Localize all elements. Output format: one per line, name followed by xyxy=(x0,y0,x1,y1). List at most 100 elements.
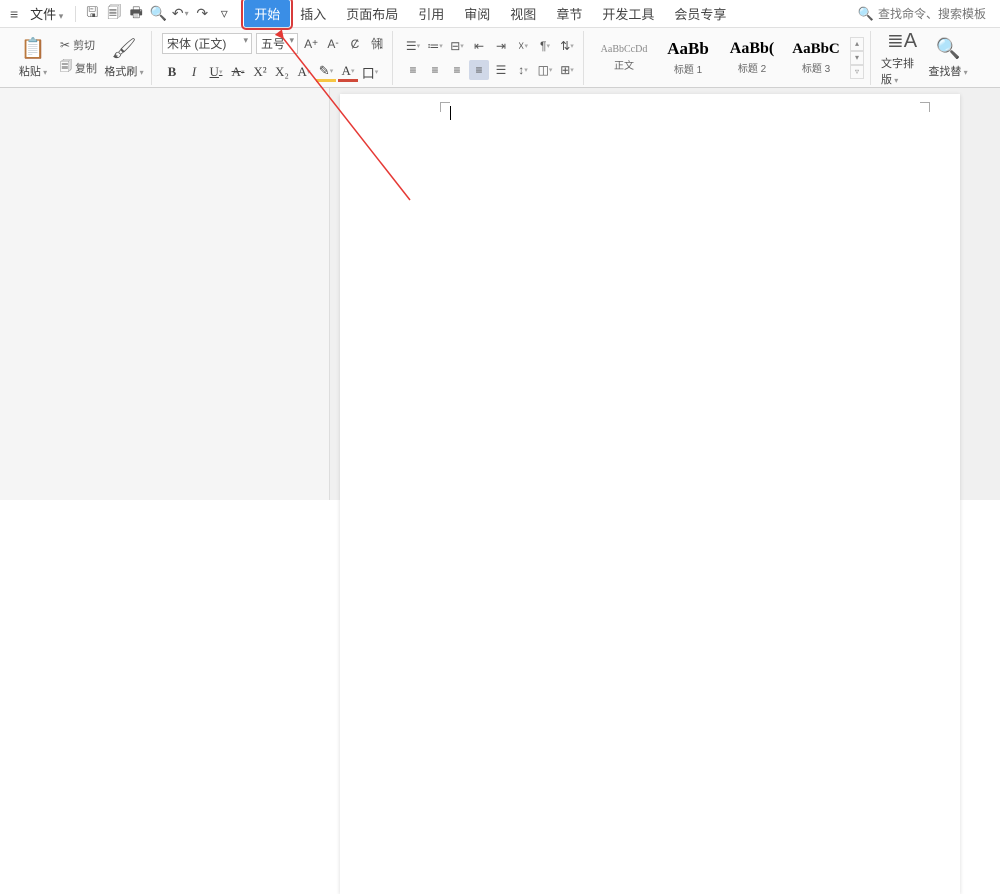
decrease-font-icon[interactable]: A- xyxy=(324,35,342,53)
char-border-button[interactable]: ⼝ xyxy=(360,62,380,82)
copy-button[interactable]: 🗐 复制 xyxy=(58,56,99,79)
style-heading3[interactable]: AaBbC 标题 3 xyxy=(786,35,846,81)
align-justify-icon[interactable]: ≡ xyxy=(469,60,489,80)
clipboard-stack: ✂ 剪切 🗐 复制 xyxy=(58,36,99,79)
style-name-label: 正文 xyxy=(614,57,634,72)
tab-dev-tools[interactable]: 开发工具 xyxy=(592,0,664,27)
bullets-icon[interactable]: ☰ xyxy=(403,36,423,56)
text-direction-icon[interactable]: ⇅ xyxy=(557,36,577,56)
bold-button[interactable]: B xyxy=(162,62,182,82)
align-right-icon[interactable]: ≡ xyxy=(447,60,467,80)
style-name-label: 标题 1 xyxy=(674,61,702,76)
italic-button[interactable]: I xyxy=(184,62,204,82)
more-quick-icon[interactable]: ▿ xyxy=(214,4,234,24)
redo-icon[interactable]: ↷ xyxy=(192,4,212,24)
navigation-pane[interactable] xyxy=(0,88,330,500)
format-painter-button[interactable]: 🖌 格式刷 xyxy=(103,33,145,83)
paragraph-group: ☰ ≔ ⊟ ⇤ ⇥ ☓ ¶ ⇅ ≡ ≡ ≡ ≡ ☰ ↕ ◫ ⊞ xyxy=(397,31,584,85)
tab-start[interactable]: 开始 xyxy=(244,0,290,27)
tab-insert[interactable]: 插入 xyxy=(290,0,336,27)
change-case-icon[interactable]: Ȼ xyxy=(346,35,364,53)
page-viewport[interactable] xyxy=(330,88,1000,500)
tab-member[interactable]: 会员专享 xyxy=(664,0,736,27)
font-name-select[interactable]: 宋体 (正文) xyxy=(162,33,252,54)
paste-icon: 📋 xyxy=(21,36,46,61)
strikethrough-button[interactable]: A xyxy=(228,62,248,82)
search-icon: 🔍 xyxy=(858,6,874,22)
clipboard-group: 📋 粘贴 ✂ 剪切 🗐 复制 🖌 格式刷 xyxy=(6,31,152,85)
tab-reference[interactable]: 引用 xyxy=(408,0,454,27)
text-effect-button[interactable]: A xyxy=(294,62,314,82)
line-spacing-icon[interactable]: ↕ xyxy=(513,60,533,80)
search-input[interactable] xyxy=(878,7,988,21)
cut-button[interactable]: ✂ 剪切 xyxy=(58,36,99,54)
subscript-button[interactable]: X₂ xyxy=(272,62,292,82)
style-scroll-down[interactable]: ▾ xyxy=(850,51,864,65)
style-preview: AaBbCcDd xyxy=(601,44,648,55)
format-painter-label: 格式刷 xyxy=(104,63,143,79)
tab-page-layout[interactable]: 页面布局 xyxy=(336,0,408,27)
font-group: 宋体 (正文) 五号 A+ A- Ȼ ㋿ B I U A X² X₂ A ✎ A… xyxy=(156,31,393,85)
borders-icon[interactable]: ⊞ xyxy=(557,60,577,80)
multilevel-icon[interactable]: ⊟ xyxy=(447,36,467,56)
text-layout-icon: ≣A xyxy=(887,28,917,53)
separator xyxy=(75,6,76,22)
style-scroll-more[interactable]: ▿ xyxy=(850,65,864,79)
shading-icon[interactable]: ◫ xyxy=(535,60,555,80)
style-preview: AaBb xyxy=(667,39,709,59)
font-color-button[interactable]: A xyxy=(338,62,358,82)
hamburger-icon[interactable]: ≡ xyxy=(6,6,22,22)
font-row-2: B I U A X² X₂ A ✎ A ⼝ xyxy=(162,62,380,82)
increase-indent-icon[interactable]: ⇥ xyxy=(491,36,511,56)
undo-icon[interactable]: ↶ xyxy=(170,4,190,24)
style-name-label: 标题 3 xyxy=(802,60,830,75)
style-scroll-up[interactable]: ▴ xyxy=(850,37,864,51)
cut-icon: ✂ xyxy=(60,38,70,52)
distribute-icon[interactable]: ☰ xyxy=(491,60,511,80)
command-search[interactable]: 🔍 xyxy=(858,6,994,22)
tab-view[interactable]: 视图 xyxy=(500,0,546,27)
tab-review[interactable]: 审阅 xyxy=(454,0,500,27)
text-layout-button[interactable]: ≣A 文字排版 xyxy=(881,33,923,83)
style-heading2[interactable]: AaBb( 标题 2 xyxy=(722,35,782,81)
style-heading1[interactable]: AaBb 标题 1 xyxy=(658,35,718,81)
document-area xyxy=(0,88,1000,500)
increase-font-icon[interactable]: A+ xyxy=(302,35,320,53)
find-replace-button[interactable]: 🔍 查找替 xyxy=(927,33,969,83)
font-row-1: 宋体 (正文) 五号 A+ A- Ȼ ㋿ xyxy=(162,33,386,54)
style-normal[interactable]: AaBbCcDd 正文 xyxy=(594,35,654,81)
text-cursor xyxy=(450,106,451,120)
save-as-icon[interactable]: 🗐 xyxy=(104,4,124,24)
menu-bar: ≡ 文件 🖫 🗐 🖶 🔍 ↶ ↷ ▿ 开始 插入 页面布局 引用 审阅 视图 章… xyxy=(0,0,1000,28)
copy-label: 复制 xyxy=(75,60,97,76)
margin-corner-left xyxy=(440,102,450,112)
paragraph-row-2: ≡ ≡ ≡ ≡ ☰ ↕ ◫ ⊞ xyxy=(403,60,577,80)
font-size-select[interactable]: 五号 xyxy=(256,33,298,54)
cut-label: 剪切 xyxy=(73,37,95,53)
tab-chapter[interactable]: 章节 xyxy=(546,0,592,27)
right-tools-group: ≣A 文字排版 🔍 查找替 xyxy=(875,31,975,85)
underline-button[interactable]: U xyxy=(206,62,226,82)
save-icon[interactable]: 🖫 xyxy=(82,4,102,24)
style-preview: AaBb( xyxy=(730,40,774,58)
brush-icon: 🖌 xyxy=(111,36,136,61)
file-menu[interactable]: 文件 xyxy=(24,2,69,25)
align-center-icon[interactable]: ≡ xyxy=(425,60,445,80)
find-replace-label: 查找替 xyxy=(928,63,967,79)
print-preview-icon[interactable]: 🔍 xyxy=(148,4,168,24)
align-left-icon[interactable]: ≡ xyxy=(403,60,423,80)
margin-corner-right xyxy=(920,102,930,112)
document-page[interactable] xyxy=(340,94,960,894)
clear-format-icon[interactable]: ㋿ xyxy=(368,35,386,53)
copy-icon: 🗐 xyxy=(60,57,72,78)
print-icon[interactable]: 🖶 xyxy=(126,4,146,24)
highlight-button[interactable]: ✎ xyxy=(316,62,336,82)
decrease-indent-icon[interactable]: ⇤ xyxy=(469,36,489,56)
tab-icon[interactable]: ¶ xyxy=(535,36,555,56)
ribbon-tabs: 开始 插入 页面布局 引用 审阅 视图 章节 开发工具 会员专享 xyxy=(244,0,736,27)
numbering-icon[interactable]: ≔ xyxy=(425,36,445,56)
paste-button[interactable]: 📋 粘贴 xyxy=(12,33,54,83)
sort-icon[interactable]: ☓ xyxy=(513,36,533,56)
superscript-button[interactable]: X² xyxy=(250,62,270,82)
style-gallery-scroll[interactable]: ▴ ▾ ▿ xyxy=(850,37,864,79)
